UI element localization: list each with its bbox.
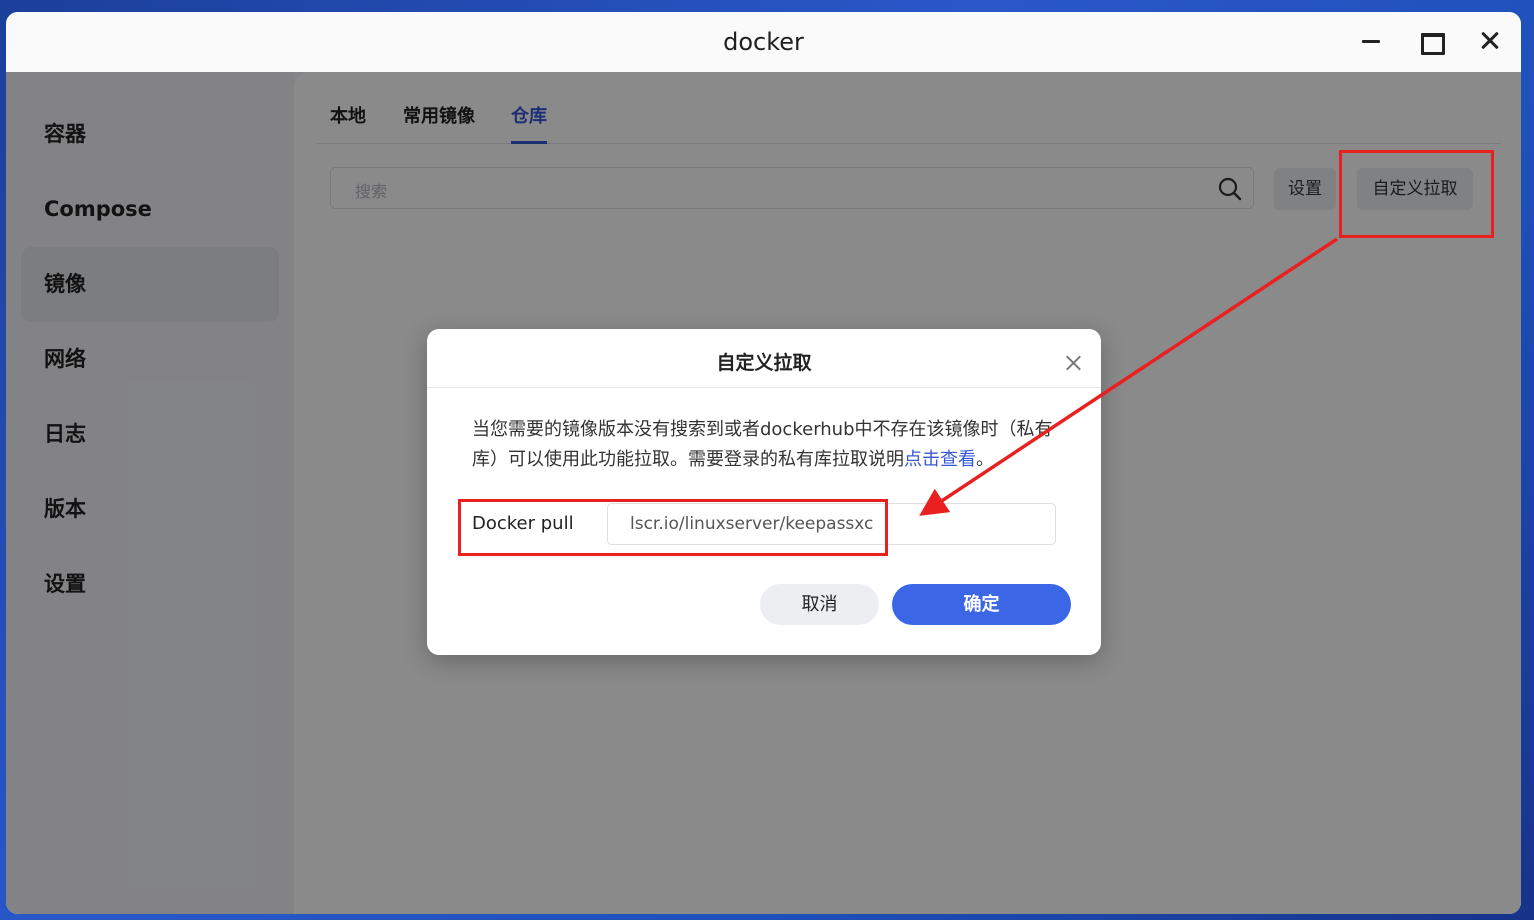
dialog-title: 自定义拉取 (716, 352, 812, 374)
custom-pull-dialog: 自定义拉取 当您需要的镜像版本没有搜索到或者dockerhub中不存在该镜像时（… (427, 329, 1101, 655)
dialog-header: 自定义拉取 (427, 329, 1101, 388)
description-end: 。 (976, 449, 994, 470)
window-title: docker (723, 28, 804, 56)
annotation-box-docker-pull (458, 499, 888, 556)
close-window-icon[interactable] (1475, 26, 1505, 56)
dialog-close-icon[interactable] (1060, 349, 1088, 377)
annotation-box-custom-pull (1339, 150, 1494, 238)
minimize-icon[interactable] (1356, 26, 1386, 56)
confirm-button[interactable]: 确定 (892, 584, 1071, 625)
cancel-button[interactable]: 取消 (760, 584, 879, 625)
dialog-description: 当您需要的镜像版本没有搜索到或者dockerhub中不存在该镜像时（私有库）可以… (472, 415, 1062, 475)
maximize-icon[interactable] (1415, 26, 1445, 56)
title-bar: docker (6, 12, 1521, 72)
view-instructions-link[interactable]: 点击查看 (904, 449, 976, 470)
